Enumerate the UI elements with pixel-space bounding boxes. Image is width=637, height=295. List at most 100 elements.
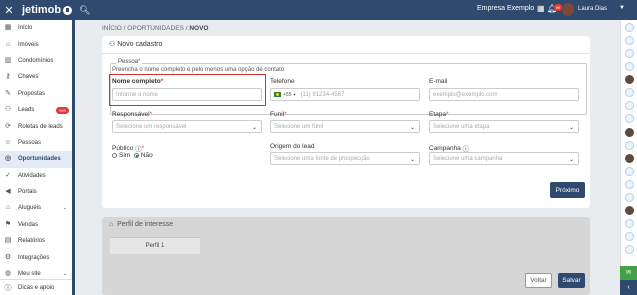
sidebar-item-chaves[interactable]: ⚷ Chaves (0, 69, 73, 85)
notification-badge: 99 (554, 4, 562, 11)
contact-avatar[interactable] (625, 219, 634, 228)
sidebar-item-integracoes[interactable]: ⚙ Integrações (0, 249, 73, 265)
chevron-down-icon: ▼ (292, 92, 297, 97)
sidebar-item-portais[interactable]: ◀ Portais (0, 184, 73, 200)
sidebar-item-oportunidades[interactable]: ◎ Oportunidades (0, 151, 73, 168)
chevron-down-icon: ⌄ (62, 271, 67, 278)
contact-avatar[interactable] (625, 141, 634, 150)
sidebar-item-label: Imóveis (18, 41, 39, 48)
card-title-text: Novo cadastro (117, 41, 163, 48)
chat-icon[interactable]: ✉ (620, 266, 637, 280)
user-name[interactable]: Laura Dias (578, 6, 607, 12)
chevron-down-icon: ⌄ (62, 205, 67, 212)
contact-avatar[interactable] (625, 206, 634, 215)
contact-avatar[interactable] (625, 167, 634, 176)
responsavel-select[interactable]: Selecione um responsável ⌄ (112, 120, 262, 133)
publico-radio-group: Sim Não (112, 152, 153, 159)
save-button[interactable]: Salvar (558, 273, 585, 288)
sidebar-item-label: Integrações (18, 254, 50, 261)
sidebar-footer-help[interactable]: ⓘ Dicas e apoio (0, 279, 74, 295)
email-input[interactable]: exemplo@exemplo.com (429, 88, 579, 101)
funil-select[interactable]: Selecione um funil ⌄ (270, 120, 420, 133)
contact-avatar[interactable] (625, 88, 634, 97)
proposal-icon: ✎ (5, 89, 11, 97)
people-icon: ☺ (4, 138, 12, 146)
sidebar-item-label: Propostas (18, 90, 46, 97)
company-name[interactable]: Empresa Exemplo (477, 5, 534, 12)
logo-mark-icon (63, 5, 73, 15)
sidebar-item-label: Oportunidades (18, 156, 61, 163)
contact-avatar[interactable] (625, 232, 634, 241)
sidebar-item-vendas[interactable]: ⚑ Vendas (0, 217, 73, 233)
sidebar-item-label: Vendas (18, 221, 39, 228)
nao-radio[interactable] (133, 153, 139, 158)
contact-avatar[interactable] (625, 36, 634, 45)
contact-avatar[interactable] (625, 114, 634, 123)
brand-logo[interactable]: jetimob (22, 4, 73, 16)
brazil-flag-icon[interactable] (274, 92, 281, 97)
sidebar-item-label: Aluguéis (18, 205, 42, 212)
breadcrumb: INÍCIO / OPORTUNIDADES / NOVO (102, 25, 209, 32)
chevron-down-icon: ⌄ (568, 157, 574, 163)
sidebar-item-leads[interactable]: ⚇ Leads 999 (0, 102, 73, 118)
sidebar-scrollbar[interactable] (72, 20, 75, 295)
sidebar-item-pessoas[interactable]: ☺ Pessoas (0, 135, 73, 151)
etapa-label: Etapa * (429, 111, 449, 118)
close-icon[interactable]: ✕ (0, 4, 18, 17)
home-icon: ⌂ (5, 40, 11, 48)
sidebar-item-condominios[interactable]: ▥ Condomínios (0, 53, 73, 69)
contact-avatar[interactable] (625, 101, 634, 110)
nome-field-highlight (109, 74, 266, 106)
sidebar-item-imoveis[interactable]: ⌂ Imóveis (0, 36, 73, 52)
contact-avatar[interactable] (625, 23, 634, 32)
divider (102, 53, 590, 54)
sidebar-item-inicio[interactable]: ▦ Início (0, 20, 73, 36)
breadcrumb-current: NOVO (189, 25, 209, 32)
top-bar: ✕ jetimob 🔍︎ Empresa Exemplo ▦ 🔔︎ 99 Lau… (0, 0, 637, 20)
contact-avatar[interactable] (625, 75, 634, 84)
origem-label: Origem do lead (270, 143, 315, 150)
perfil-title: ⌂ Perfil de interesse (109, 221, 174, 228)
sidebar-footer-label: Dicas e apoio (18, 284, 55, 291)
pessoa-legend: Pessoa* (116, 59, 143, 65)
next-button[interactable]: Próximo (550, 182, 585, 198)
sidebar-item-alugueis[interactable]: ⌂ Aluguéis ⌄ (0, 200, 73, 216)
sim-label: Sim (119, 152, 131, 159)
tab-perfil-1[interactable]: Perfil 1 (110, 237, 200, 254)
sidebar-item-relatorios[interactable]: ▤ Relatórios (0, 233, 73, 249)
campanha-select[interactable]: Selecione uma campanha ⌄ (429, 152, 579, 165)
contact-avatar[interactable] (625, 193, 634, 202)
sidebar-item-roletas[interactable]: ⟳ Roletas de leads (0, 118, 73, 134)
sidebar-item-label: Roletas de leads (18, 123, 63, 130)
chevron-left-icon[interactable]: ‹ (620, 280, 637, 295)
telefone-input[interactable]: +55 ▼ (11) 91234-4567 (270, 88, 420, 101)
breadcrumb-section[interactable]: OPORTUNIDADES (127, 25, 184, 32)
search-icon[interactable]: 🔍︎ (79, 5, 90, 16)
breadcrumb-home[interactable]: INÍCIO (102, 25, 122, 32)
sidebar-item-label: Condomínios (18, 57, 54, 64)
apps-grid-icon[interactable]: ▦ (537, 4, 545, 13)
contact-avatar[interactable] (625, 49, 634, 58)
roulette-icon: ⟳ (5, 122, 11, 130)
report-icon: ▤ (4, 237, 12, 245)
chevron-down-icon[interactable]: ▼ (619, 5, 625, 11)
contact-avatar[interactable] (625, 245, 634, 254)
sim-radio[interactable] (112, 153, 117, 158)
etapa-select[interactable]: Selecione uma etapa ⌄ (429, 120, 579, 133)
sidebar-item-propostas[interactable]: ✎ Propostas (0, 86, 73, 102)
sidebar-item-atividades[interactable]: ✓ Atividades (0, 168, 73, 184)
opportunity-icon: ◎ (4, 155, 12, 163)
back-button[interactable]: Voltar (525, 273, 552, 288)
contact-avatar[interactable] (625, 154, 634, 163)
contact-avatar[interactable] (625, 180, 634, 189)
building-icon: ▥ (4, 56, 12, 64)
origem-select[interactable]: Selecione uma fonte de prospecção ⌄ (270, 152, 420, 165)
contact-avatar[interactable] (625, 128, 634, 137)
contact-avatar[interactable] (625, 62, 634, 71)
chevron-down-icon: ⌄ (568, 125, 574, 131)
integration-icon: ⚙ (4, 253, 12, 261)
avatar[interactable] (562, 3, 574, 16)
card-title: ⚇ Novo cadastro (109, 40, 162, 48)
globe-icon: ◍ (4, 270, 12, 278)
info-icon: ⓘ (4, 284, 12, 292)
